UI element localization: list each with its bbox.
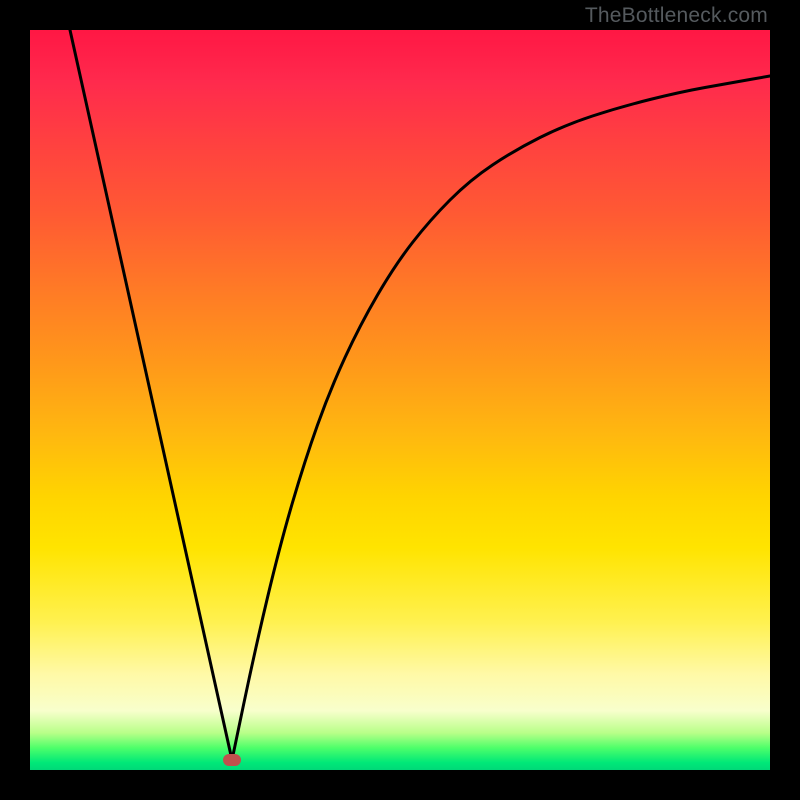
plot-area (30, 30, 770, 770)
attribution-label: TheBottleneck.com (585, 4, 768, 28)
min-marker (223, 754, 241, 766)
bottleneck-curve (30, 30, 770, 770)
chart-frame: TheBottleneck.com (0, 0, 800, 800)
